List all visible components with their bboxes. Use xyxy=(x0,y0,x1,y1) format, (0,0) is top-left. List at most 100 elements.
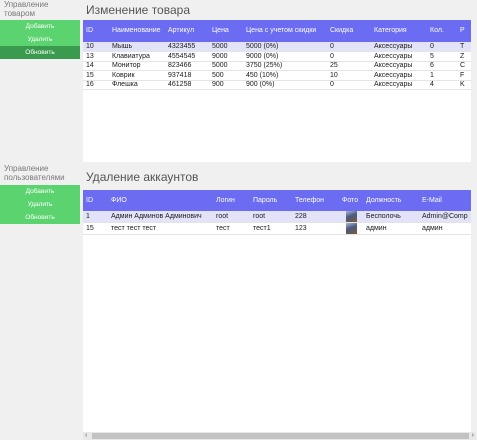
table-cell[interactable]: Админ Админов Админович xyxy=(108,211,213,223)
table-cell[interactable]: Т xyxy=(457,42,471,52)
column-header[interactable]: Скидка xyxy=(327,20,371,42)
table-cell[interactable]: 1 xyxy=(83,211,108,223)
table-cell[interactable]: 5000 (0%) xyxy=(243,42,327,52)
table-cell[interactable]: root xyxy=(213,211,250,223)
column-header[interactable]: Логин xyxy=(213,190,250,211)
delete-user-button[interactable]: Удалить xyxy=(0,198,80,211)
column-header[interactable]: ФИО xyxy=(108,190,213,211)
refresh-users-button[interactable]: Обновить xyxy=(0,211,80,224)
table-cell[interactable]: Коврик xyxy=(109,71,165,81)
table-cell[interactable]: 0 xyxy=(327,42,371,52)
column-header[interactable]: ID xyxy=(83,20,109,42)
table-cell[interactable]: 13 xyxy=(83,52,109,62)
table-cell[interactable]: 4 xyxy=(427,80,457,90)
table-cell[interactable]: 5000 xyxy=(209,61,243,71)
table-cell[interactable]: 900 xyxy=(209,80,243,90)
table-cell[interactable]: 3750 (25%) xyxy=(243,61,327,71)
photo-cell[interactable] xyxy=(339,211,363,223)
column-header[interactable]: Артикул xyxy=(165,20,209,42)
delete-product-button[interactable]: Удалить xyxy=(0,33,80,46)
table-cell[interactable]: Аксессуары xyxy=(371,52,427,62)
column-header[interactable]: Пароль xyxy=(250,190,292,211)
table-cell[interactable]: root xyxy=(250,211,292,223)
table-cell[interactable]: Аксессуары xyxy=(371,61,427,71)
table-cell[interactable]: 15 xyxy=(83,71,109,81)
scroll-right-icon[interactable]: › xyxy=(472,432,474,440)
table-cell[interactable]: Мышь xyxy=(109,42,165,52)
table-cell[interactable]: 0 xyxy=(327,52,371,62)
table-cell[interactable]: тест xyxy=(213,223,250,235)
table-cell[interactable]: Клавиатура xyxy=(109,52,165,62)
table-cell[interactable]: 937418 xyxy=(165,71,209,81)
table-cell[interactable]: 900 (0%) xyxy=(243,80,327,90)
table-cell[interactable]: 1 xyxy=(427,71,457,81)
table-cell[interactable]: 461258 xyxy=(165,80,209,90)
column-header[interactable]: Кол. xyxy=(427,20,457,42)
table-cell[interactable]: 823466 xyxy=(165,61,209,71)
table-cell[interactable]: тест1 xyxy=(250,223,292,235)
table-cell[interactable]: админ xyxy=(363,223,419,235)
column-header[interactable]: Категория xyxy=(371,20,427,42)
table-cell[interactable]: 14 xyxy=(83,61,109,71)
table-cell[interactable]: K xyxy=(457,80,471,90)
table-cell[interactable]: 6 xyxy=(427,61,457,71)
table-cell[interactable]: 123 xyxy=(292,223,339,235)
table-cell[interactable]: Аксессуары xyxy=(371,80,427,90)
products-group-title: Управление товаром xyxy=(0,0,80,18)
table-cell[interactable]: 4323455 xyxy=(165,42,209,52)
table-cell[interactable]: 0 xyxy=(327,80,371,90)
table-cell[interactable]: 5000 xyxy=(209,42,243,52)
column-header[interactable]: Должность xyxy=(363,190,419,211)
table-cell[interactable]: 9000 (0%) xyxy=(243,52,327,62)
table-cell[interactable]: Бесполочь xyxy=(363,211,419,223)
column-header[interactable]: E-Mail xyxy=(419,190,471,211)
table-cell[interactable]: 9000 xyxy=(209,52,243,62)
table-cell[interactable]: 10 xyxy=(83,42,109,52)
table-row[interactable]: 15 Коврик 937418 500 450 (10%) 10 Аксесс… xyxy=(83,71,471,81)
table-cell[interactable]: 450 (10%) xyxy=(243,71,327,81)
table-cell[interactable]: Admin@Comp xyxy=(419,211,471,223)
table-row[interactable]: 10 Мышь 4323455 5000 5000 (0%) 0 Аксессу… xyxy=(83,42,471,52)
table-cell[interactable]: Аксессуары xyxy=(371,42,427,52)
column-header[interactable]: Цена с учетом скидки xyxy=(243,20,327,42)
table-cell[interactable]: 0 xyxy=(427,42,457,52)
refresh-products-button[interactable]: Обновить xyxy=(0,46,80,59)
column-header[interactable]: Фото xyxy=(339,190,363,211)
table-row[interactable]: 14 Монитор 823466 5000 3750 (25%) 25 Акс… xyxy=(83,61,471,71)
table-cell[interactable]: 4554545 xyxy=(165,52,209,62)
add-user-button[interactable]: Добавить xyxy=(0,185,80,198)
table-cell[interactable]: Монитор xyxy=(109,61,165,71)
user-photo-thumbnail xyxy=(345,223,357,234)
products-table: ID Наименование Артикул Цена Цена с учет… xyxy=(83,20,471,90)
table-cell[interactable]: C xyxy=(457,61,471,71)
table-cell[interactable]: админ xyxy=(419,223,471,235)
column-header[interactable]: Цена xyxy=(209,20,243,42)
accounts-panel: Удаление аккаунтов ID ФИО Логин Пароль Т… xyxy=(83,166,471,432)
horizontal-scrollbar[interactable]: ‹ › xyxy=(83,432,476,440)
table-row[interactable]: 16 Флешка 461258 900 900 (0%) 0 Аксессуа… xyxy=(83,80,471,90)
table-cell[interactable]: 228 xyxy=(292,211,339,223)
table-cell[interactable]: тест тест тест xyxy=(108,223,213,235)
scroll-left-icon[interactable]: ‹ xyxy=(85,432,87,440)
user-photo-thumbnail xyxy=(345,211,357,222)
table-cell[interactable]: 16 xyxy=(83,80,109,90)
table-cell[interactable]: 15 xyxy=(83,223,108,235)
scrollbar-thumb[interactable] xyxy=(92,433,469,439)
table-cell[interactable]: Z xyxy=(457,52,471,62)
photo-cell[interactable] xyxy=(339,223,363,235)
table-cell[interactable]: Флешка xyxy=(109,80,165,90)
table-cell[interactable]: F xyxy=(457,71,471,81)
column-header[interactable]: ID xyxy=(83,190,108,211)
column-header[interactable]: Наименование xyxy=(109,20,165,42)
table-row[interactable]: 15 тест тест тест тест тест1 123 админ а… xyxy=(83,223,471,235)
table-cell[interactable]: 25 xyxy=(327,61,371,71)
column-header[interactable]: Р xyxy=(457,20,471,42)
table-row[interactable]: 1 Админ Админов Админович root root 228 … xyxy=(83,211,471,223)
table-row[interactable]: 13 Клавиатура 4554545 9000 9000 (0%) 0 А… xyxy=(83,52,471,62)
table-cell[interactable]: 5 xyxy=(427,52,457,62)
column-header[interactable]: Телефон xyxy=(292,190,339,211)
table-cell[interactable]: 10 xyxy=(327,71,371,81)
table-cell[interactable]: Аксессуары xyxy=(371,71,427,81)
table-cell[interactable]: 500 xyxy=(209,71,243,81)
add-product-button[interactable]: Добавить xyxy=(0,20,80,33)
